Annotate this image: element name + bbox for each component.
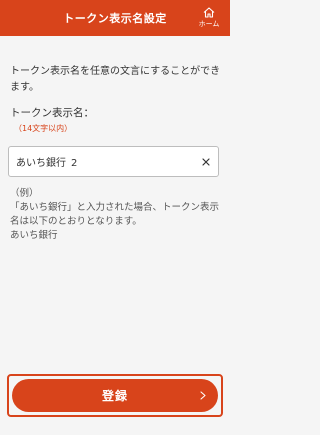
token-name-label: トークン表示名： (10, 107, 94, 119)
submit-button-frame: 登録 (7, 374, 223, 417)
home-icon (203, 7, 215, 18)
home-label: ホーム (198, 20, 220, 28)
close-icon[interactable] (200, 156, 212, 168)
example-section: （例） 「あいち銀行」と入力された場合、トークン表示名は以下のとおりとなります。… (10, 187, 224, 243)
page-title: トークン表示名設定 (63, 12, 167, 25)
home-button[interactable]: ホーム (194, 3, 224, 33)
app-header: トークン表示名設定 ホーム (0, 0, 230, 36)
example-heading: （例） (10, 188, 39, 199)
token-name-settings-screen: トークン表示名設定 ホーム トークン表示名を任意の文言にすることができます。 ト… (0, 0, 230, 435)
token-name-input[interactable] (16, 156, 186, 167)
token-name-field[interactable] (8, 146, 219, 177)
submit-label: 登録 (101, 389, 128, 403)
example-description: 「あいち銀行」と入力された場合、トークン表示名は以下のとおりとなります。 (10, 202, 220, 227)
chevron-right-icon (200, 389, 206, 403)
intro-text: トークン表示名を任意の文言にすることができます。 (10, 66, 221, 93)
example-result: あいち銀行 (10, 230, 58, 241)
token-name-length-note: （14文字以内） (14, 124, 73, 133)
submit-button[interactable]: 登録 (12, 379, 218, 412)
